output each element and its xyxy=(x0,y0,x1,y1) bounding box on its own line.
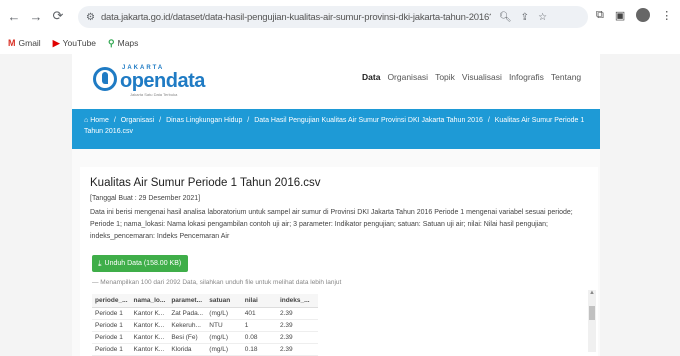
browser-toolbar: ← → ⟳ ⚙ data.jakarta.go.id/dataset/data-… xyxy=(0,0,680,32)
scrollbar-thumb[interactable] xyxy=(589,306,595,320)
table-cell: Zat Pada... xyxy=(168,307,207,320)
table-cell: Periode 1 xyxy=(92,319,131,332)
bookmark-gmail[interactable]: M Gmail xyxy=(8,38,41,48)
nav-tentang[interactable]: Tentang xyxy=(551,72,581,82)
reload-icon[interactable]: ⟳ xyxy=(50,8,66,24)
opendata-logo-icon[interactable] xyxy=(93,67,117,91)
table-cell: (mg/L) xyxy=(206,307,242,320)
table-row: Periode 1 Kantor K... Klorida (mg/L) 0.1… xyxy=(92,343,318,356)
forward-icon[interactable]: → xyxy=(28,8,44,24)
breadcrumb-dataset[interactable]: Data Hasil Pengujian Kualitas Air Sumur … xyxy=(254,117,483,124)
breadcrumb-separator: / xyxy=(159,117,162,124)
back-icon[interactable]: ← xyxy=(6,8,22,24)
table-cell: NTU xyxy=(206,319,242,332)
table-cell: 2.39 xyxy=(276,331,318,344)
table-cell: 401 xyxy=(241,307,277,320)
table-cell: (mg/L) xyxy=(206,331,242,344)
table-cell: Kekeruh... xyxy=(168,319,207,332)
bookmark-label: Maps xyxy=(117,38,139,48)
table-cell: Kantor K... xyxy=(130,319,169,332)
menu-icon[interactable]: ⋮ xyxy=(661,9,672,22)
nav-data[interactable]: Data xyxy=(362,72,380,82)
table-cell: Periode 1 xyxy=(92,343,131,356)
download-label: Unduh Data (158.00 KB) xyxy=(104,260,182,267)
column-header[interactable]: nilai xyxy=(241,294,277,308)
site-info-icon[interactable]: ⚙ xyxy=(86,12,95,23)
table-cell: Periode 1 xyxy=(92,307,131,320)
logo-text[interactable]: opendata xyxy=(120,70,205,93)
table-cell: Kantor K... xyxy=(130,307,169,320)
bookmark-label: Gmail xyxy=(18,38,41,48)
zoom-icon[interactable]: 🔍︎ xyxy=(499,12,512,23)
breadcrumb-separator: / xyxy=(113,117,116,124)
address-bar[interactable]: ⚙ data.jakarta.go.id/dataset/data-hasil-… xyxy=(78,6,588,28)
created-date: [Tanggal Buat : 29 Desember 2021] xyxy=(90,195,201,202)
share-icon[interactable]: ⇪ xyxy=(521,12,529,23)
breadcrumb-separator: / xyxy=(487,117,490,124)
main-content: Kualitas Air Sumur Periode 1 Tahun 2016.… xyxy=(72,149,600,356)
page-viewport: JAKARTA opendata Jakarta Satu Data Terbu… xyxy=(0,54,680,356)
download-button[interactable]: ⤓ Unduh Data (158.00 KB) xyxy=(92,255,188,272)
breadcrumb-separator: / xyxy=(247,117,250,124)
sidebar-icon[interactable]: ▣ xyxy=(615,9,625,22)
nav-topik[interactable]: Topik xyxy=(435,72,455,82)
table-cell: 2.39 xyxy=(276,343,318,356)
page-container: JAKARTA opendata Jakarta Satu Data Terbu… xyxy=(72,54,600,356)
bookmark-maps[interactable]: ⚲ Maps xyxy=(108,38,138,49)
column-header[interactable]: indeks_... xyxy=(276,294,318,308)
dataset-description: Data ini berisi mengenai hasil analisa l… xyxy=(90,209,573,240)
table-cell: 0.08 xyxy=(241,331,277,344)
data-table: periode_... nama_lo... paramet... satuan… xyxy=(92,294,318,356)
column-header[interactable]: satuan xyxy=(206,294,242,308)
table-scrollbar[interactable]: ▲ xyxy=(588,290,596,352)
data-table-container[interactable]: periode_... nama_lo... paramet... satuan… xyxy=(92,294,318,356)
preview-note: — Menampilkan 100 dari 2092 Data, silahk… xyxy=(92,279,342,286)
table-cell: (mg/L) xyxy=(206,343,242,356)
gmail-icon: M xyxy=(8,38,16,48)
page-title: Kualitas Air Sumur Periode 1 Tahun 2016.… xyxy=(90,177,321,189)
table-cell: 2.39 xyxy=(276,307,318,320)
table-cell: Besi (Fe) xyxy=(168,331,207,344)
maps-icon: ⚲ xyxy=(108,37,115,48)
site-header: JAKARTA opendata Jakarta Satu Data Terbu… xyxy=(72,54,600,100)
column-header[interactable]: periode_... xyxy=(92,294,131,308)
resource-card: Kualitas Air Sumur Periode 1 Tahun 2016.… xyxy=(80,167,598,356)
table-cell: 1 xyxy=(241,319,277,332)
nav-visualisasi[interactable]: Visualisasi xyxy=(462,72,502,82)
nav-organisasi[interactable]: Organisasi xyxy=(387,72,428,82)
extensions-icon[interactable]: ⧉ xyxy=(596,9,604,22)
column-header[interactable]: nama_lo... xyxy=(130,294,169,308)
bookmarks-bar: M Gmail ▶ YouTube ⚲ Maps xyxy=(0,34,680,52)
breadcrumb-dinas[interactable]: Dinas Lingkungan Hidup xyxy=(166,117,242,124)
table-cell: 2.39 xyxy=(276,319,318,332)
profile-avatar[interactable] xyxy=(636,8,651,22)
main-nav: Data Organisasi Topik Visualisasi Infogr… xyxy=(362,72,581,82)
url-text[interactable]: data.jakarta.go.id/dataset/data-hasil-pe… xyxy=(101,12,491,23)
column-header[interactable]: paramet... xyxy=(168,294,207,308)
table-cell: Klorida xyxy=(168,343,207,356)
table-row: Periode 1 Kantor K... Besi (Fe) (mg/L) 0… xyxy=(92,331,318,344)
table-row: Periode 1 Kantor K... Kekeruh... NTU 1 2… xyxy=(92,319,318,332)
bookmark-label: YouTube xyxy=(62,38,97,48)
table-row: Periode 1 Kantor K... Zat Pada... (mg/L)… xyxy=(92,307,318,320)
table-cell: Kantor K... xyxy=(130,343,169,356)
logo-tagline: Jakarta Satu Data Terbuka xyxy=(130,92,178,97)
bookmark-youtube[interactable]: ▶ YouTube xyxy=(53,38,96,49)
table-cell: 0.18 xyxy=(241,343,277,356)
download-icon: ⤓ xyxy=(98,258,102,268)
table-header-row: periode_... nama_lo... paramet... satuan… xyxy=(92,294,318,308)
breadcrumb-home[interactable]: Home xyxy=(90,117,109,124)
table-cell: Periode 1 xyxy=(92,331,131,344)
breadcrumb: ⌂ Home / Organisasi / Dinas Lingkungan H… xyxy=(72,109,600,149)
scroll-up-icon[interactable]: ▲ xyxy=(589,290,595,296)
youtube-icon: ▶ xyxy=(52,37,60,48)
nav-infografis[interactable]: Infografis xyxy=(509,72,544,82)
breadcrumb-organisasi[interactable]: Organisasi xyxy=(121,117,154,124)
bookmark-star-icon[interactable]: ☆ xyxy=(538,12,547,23)
table-cell: Kantor K... xyxy=(130,331,169,344)
